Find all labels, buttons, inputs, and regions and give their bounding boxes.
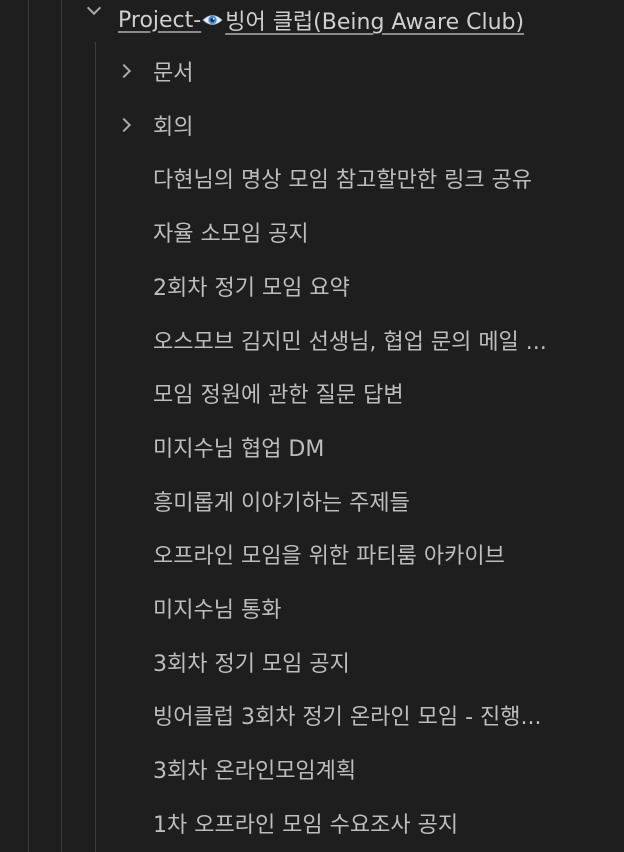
tree-page-item[interactable]: 빙어클럽 3회차 정기 온라인 모임 - 진행... [0,688,624,742]
tree-page-item[interactable]: 3회차 온라인모임계획 [0,742,624,796]
tree-page-item[interactable]: 미지수님 통화 [0,581,624,635]
tree-item-label: 3회차 온라인모임계획 [153,759,357,785]
tree-item-label: 회의 [153,114,194,140]
chevron-right-icon[interactable] [116,63,132,79]
tree-item-label: 모임 정원에 관한 질문 답변 [153,383,404,409]
tree-folder-item[interactable]: 회의 [0,98,624,152]
tree-root-label[interactable]: Project- 빙어 클럽(Being Aware Club) [118,4,524,36]
tree-page-item[interactable]: 모임 정원에 관한 질문 답변 [0,366,624,420]
tree-page-item[interactable]: 미지수님 협업 DM [0,420,624,474]
tree-item-label: 3회차 정기 모임 공지 [153,651,350,677]
tree-root-folder[interactable]: Project- 빙어 클럽(Being Aware Club) [0,0,624,45]
tree-item-label: 오스모브 김지민 선생님, 협업 문의 메일 ... [153,329,547,355]
tree-item-label: 미지수님 통화 [153,598,282,623]
tree-page-item[interactable]: 2회차 정기 모임 요약 [0,259,624,313]
tree-page-item[interactable]: 자율 소모임 공지 [0,205,624,259]
tree-folder-item[interactable]: 문서 [0,44,624,98]
tree-page-item[interactable]: 오스모브 김지민 선생님, 협업 문의 메일 ... [0,313,624,367]
eye-icon [202,15,223,25]
tree-page-item[interactable]: 1차 오프라인 모임 수요조사 공지 [0,796,624,850]
tree-page-item[interactable]: 오프라인 모임을 위한 파티룸 아카이브 [0,527,624,581]
root-label-prefix: Project- [118,7,202,33]
chevron-right-icon[interactable] [116,117,132,132]
chevron-down-icon[interactable] [86,0,102,16]
tree-page-item[interactable]: 흥미롭게 이야기하는 주제들 [0,474,624,528]
tree-page-item[interactable]: 3회차 정기 모임 공지 [0,635,624,689]
tree-item-label: 2회차 정기 모임 요약 [153,275,350,301]
tree-item-label: 오프라인 모임을 위한 파티룸 아카이브 [153,544,505,570]
tree-item-label: 빙어클럽 3회차 정기 온라인 모임 - 진행... [153,705,542,731]
tree-page-item[interactable]: 다현님의 명상 모임 참고할만한 링크 공유 [0,151,624,205]
tree-item-label: 1차 오프라인 모임 수요조사 공지 [153,812,459,838]
root-label-suffix: 빙어 클럽(Being Aware Club) [225,10,525,35]
tree-item-label: 다현님의 명상 모임 참고할만한 링크 공유 [153,168,533,194]
tree-item-label: 자율 소모임 공지 [153,222,309,248]
tree-item-label: 미지수님 협업 DM [153,436,325,462]
tree-item-label: 문서 [153,61,194,86]
tree-item-label: 흥미롭게 이야기하는 주제들 [153,490,410,516]
